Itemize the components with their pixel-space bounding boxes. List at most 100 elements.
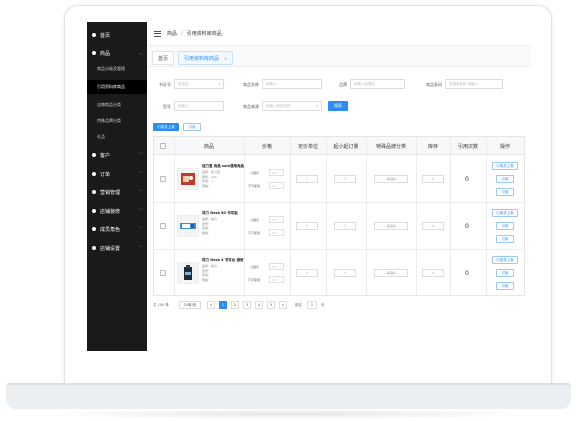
ref-button[interactable]: 引用 bbox=[496, 222, 514, 230]
filter-label: 品牌 bbox=[339, 82, 347, 87]
chevron-down-icon: ▾ bbox=[316, 104, 318, 108]
page-button[interactable]: 5 bbox=[267, 301, 275, 309]
menu-toggle-icon[interactable] bbox=[154, 30, 161, 37]
chevron-down-icon: ﹀ bbox=[139, 171, 143, 176]
page-size-select[interactable]: 20条/页 bbox=[179, 301, 201, 309]
pagination-total: 共 100 条 bbox=[153, 303, 169, 307]
breadcrumb-current: 引用资料库商品 bbox=[186, 31, 222, 37]
decoration-icon bbox=[92, 209, 96, 213]
stock-stepper[interactable]: 0 bbox=[422, 175, 444, 183]
filter-input-brand[interactable]: 请输入品牌名 bbox=[350, 79, 405, 89]
ref-publish-button[interactable]: 引用并上架 bbox=[492, 209, 518, 217]
special-brand-select[interactable]: —特品牌— bbox=[374, 222, 408, 230]
next-page-button[interactable]: > bbox=[279, 301, 287, 309]
tab-label: 首页 bbox=[158, 55, 169, 62]
goto-page-input[interactable]: 1 bbox=[307, 301, 317, 309]
sidebar-item-marketing[interactable]: 营销管理 ﹀ bbox=[87, 185, 147, 199]
ref-button[interactable]: 引用 bbox=[496, 269, 514, 277]
filter-input-name[interactable]: 请输入 bbox=[262, 79, 322, 89]
special-brand-select[interactable]: —特品牌— bbox=[374, 175, 408, 183]
sidebar-subitem-special-brand[interactable]: 特殊品牌分类 bbox=[87, 114, 147, 128]
sidebar-item-customer[interactable]: 客户 ﹀ bbox=[87, 148, 147, 162]
price-input[interactable]: 0.0 bbox=[269, 216, 284, 223]
unit-select[interactable]: 个 bbox=[296, 175, 318, 183]
chevron-down-icon: ﹀ bbox=[139, 208, 143, 213]
row-checkbox[interactable] bbox=[160, 270, 166, 276]
filter-label: 商品来源 bbox=[243, 104, 259, 109]
product-meta: 品牌：得力 型号： 条码： 规格： bbox=[202, 217, 217, 235]
sidebar-item-label: 订单 bbox=[100, 171, 111, 178]
sidebar-subitem-shop-category[interactable]: 店铺商品分类 bbox=[87, 98, 147, 112]
column-header: 操作 bbox=[499, 143, 510, 150]
chevron-down-icon: ﹀ bbox=[139, 152, 143, 157]
filter-input-model[interactable]: 请输入 bbox=[174, 101, 224, 111]
marketing-icon bbox=[92, 190, 96, 194]
page-button[interactable]: 3 bbox=[243, 301, 251, 309]
price-input[interactable]: 0.0 bbox=[269, 263, 284, 270]
table-row: 得力 Desk 80 书写板 品牌：得力 型号： 条码： 规格： 小程序 0.0… bbox=[154, 203, 524, 250]
product-meta-line: 品牌：得力 bbox=[202, 264, 218, 268]
ref-publish-button[interactable]: 引用并上架 bbox=[492, 162, 518, 170]
sidebar-item-goods[interactable]: 商品 ︿ bbox=[87, 46, 147, 60]
moq-select[interactable]: 个 bbox=[334, 222, 356, 230]
price-input[interactable]: 0.0 bbox=[269, 169, 284, 176]
moq-select[interactable]: 个 bbox=[334, 269, 356, 277]
price-input[interactable]: 0.0 bbox=[269, 229, 284, 236]
sidebar-item-settings[interactable]: 店铺设置 ﹀ bbox=[87, 241, 147, 255]
filter-select-source[interactable]: 请输入类型名称 ▾ bbox=[262, 101, 322, 111]
filter-input-barcode[interactable]: 请搜索条码 请输入 bbox=[445, 79, 503, 89]
goto-suffix: 页 bbox=[321, 303, 325, 307]
prev-page-button[interactable]: < bbox=[207, 301, 215, 309]
chevron-down-icon: ﹀ bbox=[139, 245, 143, 250]
stock-stepper[interactable]: 0 bbox=[422, 269, 444, 277]
ref-button[interactable]: 引用 bbox=[496, 175, 514, 183]
sidebar-item-label: 营销管理 bbox=[100, 189, 121, 196]
row-checkbox[interactable] bbox=[160, 223, 166, 229]
laptop-base bbox=[6, 383, 571, 409]
stock-stepper[interactable]: 0 bbox=[422, 222, 444, 230]
page-button[interactable]: 2 bbox=[231, 301, 239, 309]
tab-home[interactable]: 首页 bbox=[152, 51, 175, 65]
unit-select[interactable]: 个 bbox=[296, 222, 318, 230]
goods-table: 商品 价格 定价单位 起小起订量 特殊品牌分类 库存 引用次数 操作 佳力宝 商… bbox=[153, 136, 525, 296]
sidebar-subitem-gift[interactable]: 礼品 bbox=[87, 130, 147, 144]
customer-icon bbox=[92, 153, 96, 157]
page-button[interactable]: 1 bbox=[219, 301, 227, 309]
filter-select-1[interactable]: 请选择 ▾ bbox=[174, 79, 224, 89]
page-tabs: 首页 引用资料库商品 × bbox=[147, 47, 531, 67]
sidebar-subitem-goods-manage[interactable]: 商品分级及管理 bbox=[87, 62, 147, 76]
sidebar-item-order[interactable]: 订单 ﹀ bbox=[87, 167, 147, 181]
filter-placeholder: 请输入类型名称 bbox=[266, 103, 291, 108]
ref-button[interactable]: 引用 bbox=[496, 282, 514, 290]
tab-ref-library[interactable]: 引用资料库商品 × bbox=[178, 51, 234, 65]
ref-publish-button[interactable]: 引用并上架 bbox=[492, 256, 518, 264]
close-icon[interactable]: × bbox=[224, 56, 227, 61]
sidebar-item-members[interactable]: 成员角色 ﹀ bbox=[87, 222, 147, 236]
ref-button[interactable]: 引用 bbox=[496, 235, 514, 243]
sidebar-subitem-ref-library[interactable]: 引用资料库商品 bbox=[87, 80, 147, 94]
filter-placeholder: 请输入 bbox=[266, 81, 277, 86]
settings-icon bbox=[92, 246, 96, 250]
table-header: 商品 价格 定价单位 起小起订量 特殊品牌分类 库存 引用次数 操作 bbox=[154, 137, 524, 155]
filter-placeholder: 请选择 bbox=[178, 81, 189, 86]
search-button[interactable]: 搜索 bbox=[328, 101, 348, 111]
product-meta-line: 品牌：得力 bbox=[202, 217, 218, 221]
price-input[interactable]: 0.0 bbox=[269, 276, 284, 283]
chevron-down-icon: ﹀ bbox=[139, 189, 143, 194]
batch-ref-publish-button[interactable]: 引用并上架 bbox=[153, 123, 179, 131]
select-all-checkbox[interactable] bbox=[160, 143, 166, 149]
row-checkbox[interactable] bbox=[160, 176, 166, 182]
sidebar-item-home[interactable]: 首页 bbox=[87, 28, 147, 42]
special-brand-select[interactable]: —特品牌— bbox=[374, 269, 408, 277]
unit-select[interactable]: 个 bbox=[296, 269, 318, 277]
price-input[interactable]: 0.0 bbox=[269, 182, 284, 189]
price-label: 不可使用 bbox=[248, 184, 261, 188]
ref-button[interactable]: 引用 bbox=[496, 188, 514, 196]
page-button[interactable]: 4 bbox=[255, 301, 263, 309]
moq-select[interactable]: 个 bbox=[334, 175, 356, 183]
breadcrumb-item[interactable]: 商品 bbox=[167, 30, 177, 37]
sidebar-item-decoration[interactable]: 店铺装修 ﹀ bbox=[87, 204, 147, 218]
members-icon bbox=[92, 227, 96, 231]
batch-ref-button[interactable]: 引用 bbox=[183, 123, 201, 131]
column-header: 定价单位 bbox=[297, 143, 318, 150]
